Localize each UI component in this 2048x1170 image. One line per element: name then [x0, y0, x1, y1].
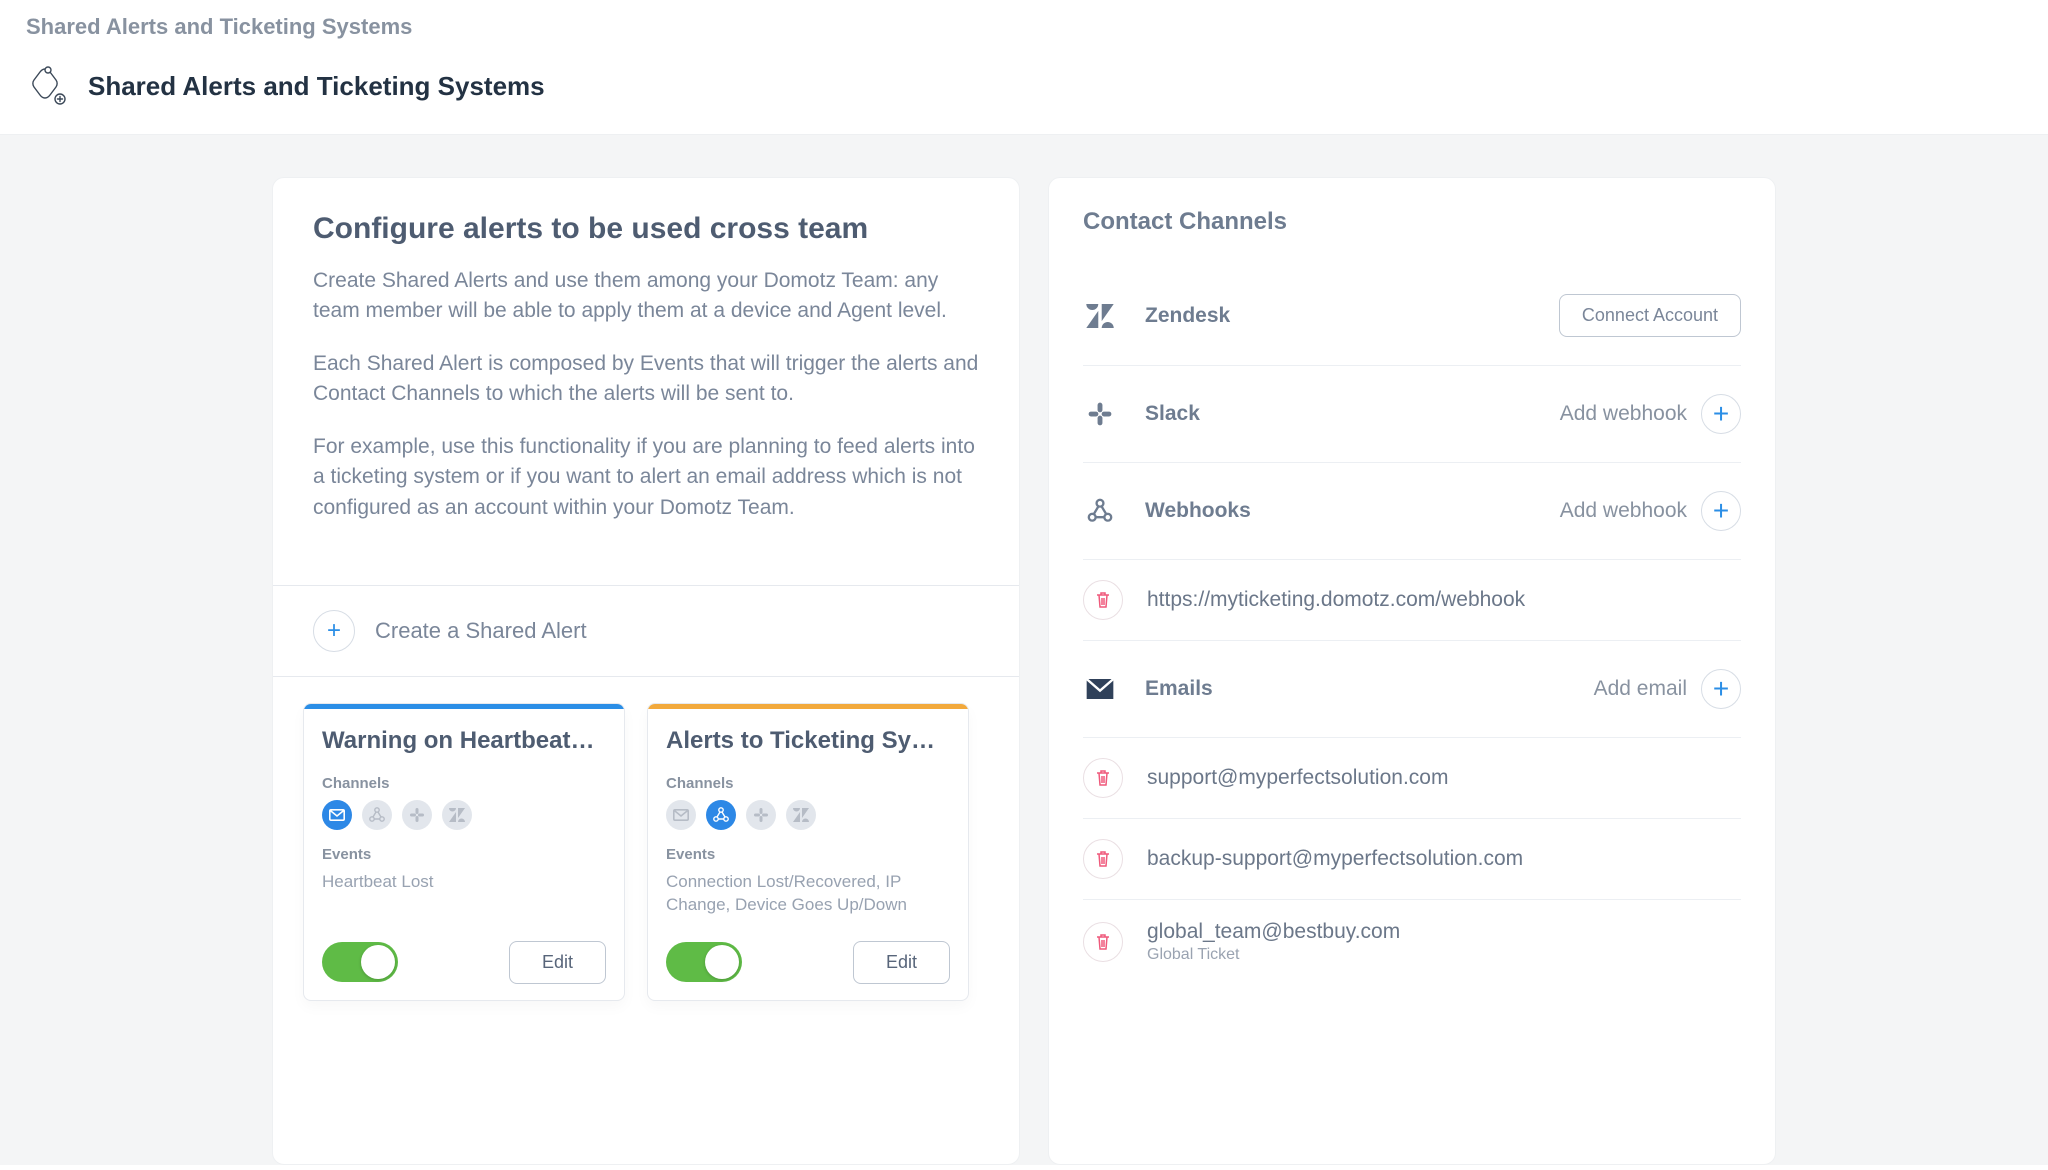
delete-email-button[interactable]: [1083, 758, 1123, 798]
events-text: Connection Lost/Recovered, IP Change, De…: [666, 871, 950, 917]
add-slack-webhook-label: Add webhook: [1560, 402, 1687, 426]
create-shared-alert-row[interactable]: + Create a Shared Alert: [273, 585, 1019, 677]
alert-card-title: Warning on Heartbeat…: [322, 727, 606, 755]
intro-section: Configure alerts to be used cross team C…: [273, 178, 1019, 585]
intro-paragraph-3: For example, use this functionality if y…: [313, 432, 979, 523]
edit-alert-button[interactable]: Edit: [853, 941, 950, 984]
add-email-label: Add email: [1594, 677, 1687, 701]
channels-label: Channels: [666, 775, 950, 792]
intro-paragraph-2: Each Shared Alert is composed by Events …: [313, 349, 979, 410]
zendesk-icon: [1083, 299, 1117, 333]
slack-icon: [1083, 397, 1117, 431]
channel-label: Zendesk: [1145, 304, 1230, 328]
breadcrumb: Shared Alerts and Ticketing Systems: [0, 0, 2048, 52]
alert-enabled-toggle[interactable]: [666, 942, 742, 982]
channel-label: Webhooks: [1145, 499, 1251, 523]
channel-icons: [322, 800, 606, 830]
alert-enabled-toggle[interactable]: [322, 942, 398, 982]
channel-icons: [666, 800, 950, 830]
email-address: backup-support@myperfectsolution.com: [1147, 847, 1523, 871]
events-label: Events: [322, 846, 606, 863]
webhook-url: https://myticketing.domotz.com/webhook: [1147, 588, 1525, 612]
delete-webhook-button[interactable]: [1083, 580, 1123, 620]
add-email-button[interactable]: +: [1701, 669, 1741, 709]
webhook-icon: [1083, 494, 1117, 528]
email-icon: [1083, 672, 1117, 706]
alert-card: Warning on Heartbeat… Channels: [303, 703, 625, 1001]
email-entry: support@myperfectsolution.com: [1083, 738, 1741, 819]
page-title: Shared Alerts and Ticketing Systems: [88, 71, 545, 102]
delete-email-button[interactable]: [1083, 922, 1123, 962]
channel-label: Slack: [1145, 402, 1200, 426]
puzzle-plus-icon: [26, 64, 70, 108]
alert-card-title: Alerts to Ticketing Sy…: [666, 727, 950, 755]
email-address: support@myperfectsolution.com: [1147, 766, 1448, 790]
zendesk-icon: [442, 800, 472, 830]
contact-channels-heading: Contact Channels: [1083, 208, 1741, 236]
slack-icon: [402, 800, 432, 830]
email-icon: [666, 800, 696, 830]
channel-row-slack: Slack Add webhook +: [1083, 366, 1741, 463]
channel-row-zendesk: Zendesk Connect Account: [1083, 266, 1741, 366]
create-shared-alert-label: Create a Shared Alert: [375, 618, 587, 644]
add-webhook-label: Add webhook: [1560, 499, 1687, 523]
main-body: Configure alerts to be used cross team C…: [0, 135, 2048, 1165]
email-address: global_team@bestbuy.com: [1147, 920, 1400, 944]
webhook-icon: [706, 800, 736, 830]
events-label: Events: [666, 846, 950, 863]
shared-alerts-panel: Configure alerts to be used cross team C…: [272, 177, 1020, 1165]
email-icon: [322, 800, 352, 830]
intro-heading: Configure alerts to be used cross team: [313, 212, 979, 246]
delete-email-button[interactable]: [1083, 839, 1123, 879]
add-slack-webhook-button[interactable]: +: [1701, 394, 1741, 434]
edit-alert-button[interactable]: Edit: [509, 941, 606, 984]
webhook-icon: [362, 800, 392, 830]
channel-row-webhooks: Webhooks Add webhook +: [1083, 463, 1741, 560]
zendesk-icon: [786, 800, 816, 830]
slack-icon: [746, 800, 776, 830]
email-sublabel: Global Ticket: [1147, 946, 1400, 964]
add-webhook-button[interactable]: +: [1701, 491, 1741, 531]
alert-card: Alerts to Ticketing Sy… Channels: [647, 703, 969, 1001]
create-shared-alert-plus-button[interactable]: +: [313, 610, 355, 652]
channel-row-emails: Emails Add email +: [1083, 641, 1741, 738]
events-text: Heartbeat Lost: [322, 871, 606, 894]
alerts-grid: Warning on Heartbeat… Channels: [273, 677, 1019, 1027]
connect-zendesk-button[interactable]: Connect Account: [1559, 294, 1741, 337]
email-entry: global_team@bestbuy.com Global Ticket: [1083, 900, 1741, 984]
webhook-entry: https://myticketing.domotz.com/webhook: [1083, 560, 1741, 641]
contact-channels-panel: Contact Channels Zendesk Connect Account…: [1048, 177, 1776, 1165]
channels-label: Channels: [322, 775, 606, 792]
email-entry: backup-support@myperfectsolution.com: [1083, 819, 1741, 900]
title-bar: Shared Alerts and Ticketing Systems: [0, 52, 2048, 135]
channel-label: Emails: [1145, 677, 1213, 701]
intro-paragraph-1: Create Shared Alerts and use them among …: [313, 266, 979, 327]
